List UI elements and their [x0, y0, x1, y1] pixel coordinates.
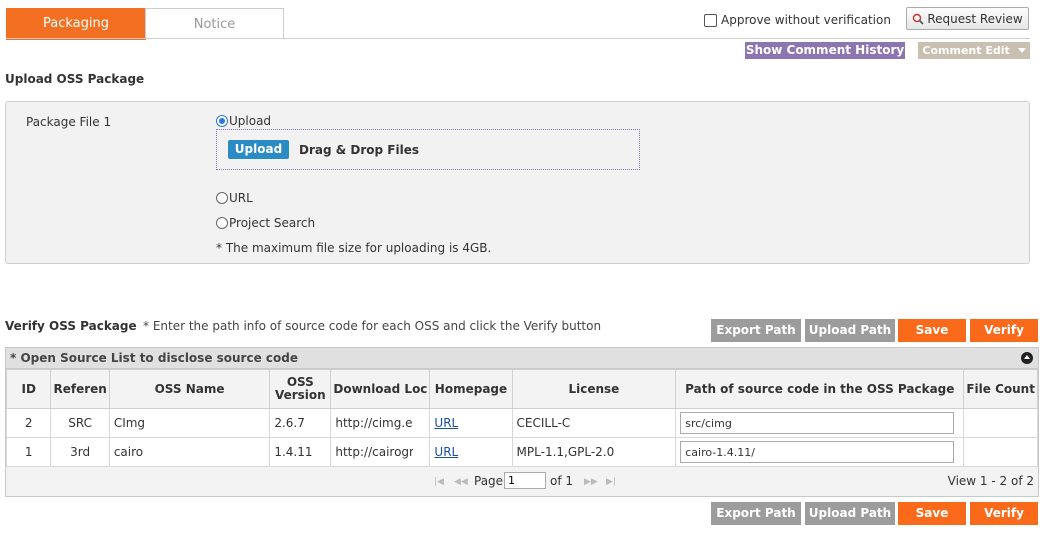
- table-row[interactable]: 1 3rd cairo 1.4.11 http://cairographics.…: [5, 437, 1038, 467]
- upload-path-button[interactable]: Upload Path: [805, 319, 895, 342]
- upload-section-title: Upload OSS Package: [5, 72, 145, 86]
- oss-table: ID Referen OSS Name OSS Version Download…: [5, 369, 1038, 467]
- cell-reference: 3rd: [50, 437, 110, 467]
- last-page-icon[interactable]: ▶|: [606, 477, 616, 487]
- cell-homepage: URL: [429, 437, 513, 467]
- verify-section-title: Verify OSS Package: [5, 319, 137, 333]
- col-oss-version[interactable]: OSS Version: [269, 369, 332, 409]
- approve-without-verification[interactable]: Approve without verification: [704, 12, 891, 28]
- radio-project-search-option[interactable]: Project Search: [216, 216, 315, 230]
- col-reference[interactable]: Referen: [50, 369, 110, 409]
- col-file-count[interactable]: File Count: [963, 369, 1038, 409]
- approve-checkbox[interactable]: [704, 13, 717, 27]
- tab-notice[interactable]: Notice: [145, 8, 284, 39]
- cell-path: [675, 408, 965, 438]
- first-page-icon[interactable]: |◀: [434, 477, 444, 487]
- collapse-icon[interactable]: [1021, 352, 1033, 364]
- path-input[interactable]: [680, 441, 955, 463]
- comment-edit-label: Comment Edit: [922, 44, 1010, 57]
- request-review-button[interactable]: Request Review: [906, 7, 1029, 30]
- radio-url-label: URL: [229, 191, 253, 205]
- upload-panel: [5, 101, 1030, 264]
- view-info: View 1 - 2 of 2: [947, 474, 1034, 488]
- radio-upload[interactable]: [216, 115, 228, 127]
- page-of-label: of 1: [550, 474, 574, 488]
- cell-download-text: http://cimg.eu/: [335, 416, 413, 430]
- search-icon: [913, 13, 924, 25]
- oss-grid: * Open Source List to disclose source co…: [5, 347, 1039, 497]
- comment-edit-button[interactable]: Comment Edit: [918, 42, 1030, 59]
- grid-caption-text: * Open Source List to disclose source co…: [10, 351, 298, 365]
- cell-download: http://cimg.eu/: [330, 408, 431, 438]
- cell-oss-name: CImg: [108, 408, 271, 438]
- col-homepage[interactable]: Homepage: [429, 369, 513, 409]
- radio-upload-option[interactable]: Upload: [216, 114, 271, 128]
- cell-license: CECILL-C: [511, 408, 677, 438]
- save-button[interactable]: Save: [898, 319, 966, 342]
- cell-version: 2.6.7: [269, 408, 332, 438]
- max-size-note: * The maximum file size for uploading is…: [216, 241, 492, 255]
- col-oss-version-line1: OSS: [286, 375, 314, 389]
- cell-id: 2: [5, 408, 52, 438]
- show-comment-history-button[interactable]: Show Comment History: [745, 42, 905, 59]
- drop-zone[interactable]: Upload Drag & Drop Files: [216, 129, 640, 170]
- page-label: Page: [474, 474, 504, 488]
- path-input[interactable]: [680, 412, 955, 434]
- col-path[interactable]: Path of source code in the OSS Package: [675, 369, 965, 409]
- cell-license: MPL-1.1,GPL-2.0: [511, 437, 677, 467]
- page-input[interactable]: [504, 472, 546, 489]
- drag-drop-label: Drag & Drop Files: [299, 142, 419, 157]
- cell-id: 1: [5, 437, 52, 467]
- radio-project-search[interactable]: [216, 217, 228, 229]
- col-id[interactable]: ID: [5, 369, 52, 409]
- package-file-label: Package File 1: [26, 115, 112, 129]
- cell-download: http://cairographics.org: [330, 437, 431, 467]
- col-oss-name[interactable]: OSS Name: [108, 369, 271, 409]
- save-button-bottom[interactable]: Save: [898, 502, 966, 525]
- export-path-button-bottom[interactable]: Export Path: [711, 502, 801, 525]
- export-path-button[interactable]: Export Path: [711, 319, 801, 342]
- chevron-down-icon: [1017, 48, 1026, 53]
- radio-upload-label: Upload: [229, 114, 272, 128]
- pager: |◀ ◀◀ Page of 1 ▶▶ ▶| View 1 - 2 of 2: [6, 468, 1038, 496]
- verify-button-bottom[interactable]: Verify: [970, 502, 1038, 525]
- cell-file-count: [963, 408, 1038, 438]
- radio-url-option[interactable]: URL: [216, 191, 253, 205]
- homepage-link[interactable]: URL: [434, 445, 458, 459]
- prev-page-icon[interactable]: ◀◀: [454, 477, 468, 487]
- verify-hint: * Enter the path info of source code for…: [143, 319, 602, 333]
- tab-packaging[interactable]: Packaging: [6, 8, 146, 40]
- verify-button[interactable]: Verify: [970, 319, 1038, 342]
- cell-homepage: URL: [429, 408, 513, 438]
- cell-version: 1.4.11: [269, 437, 332, 467]
- col-oss-version-line2: Version: [274, 388, 326, 402]
- cell-download-text: http://cairographics.org: [335, 445, 413, 459]
- approve-label: Approve without verification: [721, 13, 891, 27]
- cell-path: [675, 437, 965, 467]
- grid-caption: * Open Source List to disclose source co…: [6, 348, 1038, 369]
- cell-file-count: [963, 437, 1038, 467]
- radio-project-search-label: Project Search: [229, 216, 316, 230]
- upload-button[interactable]: Upload: [228, 140, 289, 159]
- col-license[interactable]: License: [511, 369, 677, 409]
- col-download-location[interactable]: Download Loc: [330, 369, 431, 409]
- tab-divider: [6, 38, 1030, 39]
- homepage-link[interactable]: URL: [434, 416, 458, 430]
- cell-oss-name: cairo: [108, 437, 271, 467]
- table-header-row: ID Referen OSS Name OSS Version Download…: [5, 369, 1038, 409]
- upload-path-button-bottom[interactable]: Upload Path: [805, 502, 895, 525]
- radio-url[interactable]: [216, 192, 228, 204]
- table-row[interactable]: 2 SRC CImg 2.6.7 http://cimg.eu/ URL CEC…: [5, 408, 1038, 438]
- cell-reference: SRC: [50, 408, 110, 438]
- next-page-icon[interactable]: ▶▶: [584, 477, 598, 487]
- request-review-label: Request Review: [927, 11, 1023, 26]
